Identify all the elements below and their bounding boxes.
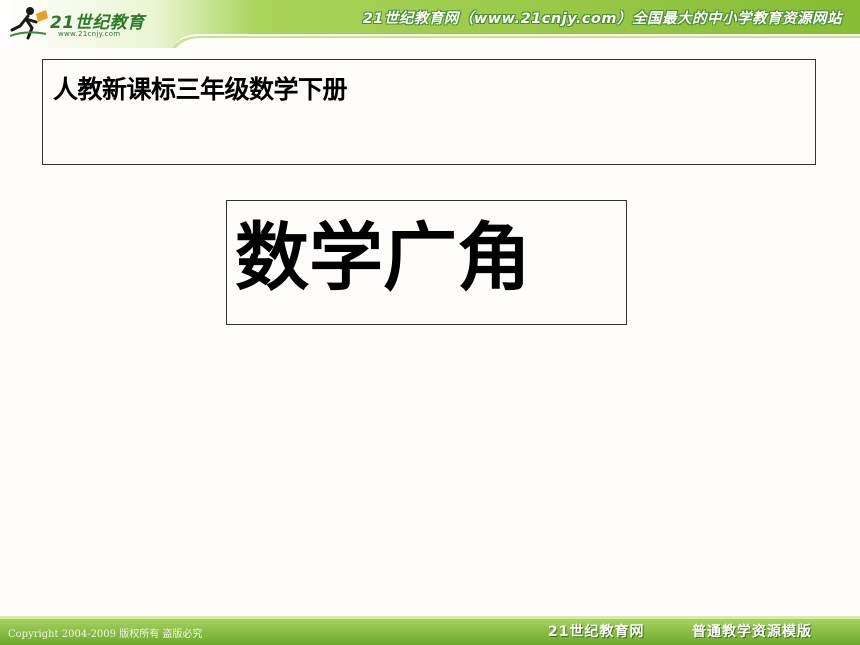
logo-url: www.21cnjy.com	[58, 30, 121, 38]
footer-banner: Copyright 2004-2009 版权所有 盗版必究 21世纪教育网 普通…	[0, 616, 860, 645]
running-person-book-icon	[9, 7, 48, 40]
title-textbox: 数学广角	[226, 200, 627, 325]
footer-brand[interactable]: 21世纪教育网	[548, 621, 644, 641]
copyright-notice: Copyright 2004-2009 版权所有 盗版必究	[8, 629, 203, 640]
site-logo[interactable]: 21世纪教育 www.21cnjy.com	[6, 4, 176, 42]
subtitle-textbox: 人教新课标三年级数学下册	[42, 59, 816, 165]
header-slogan: 21世纪教育网（www.21cnjy.com）全国最大的中小学教育资源网站	[362, 11, 842, 27]
slide-subtitle: 人教新课标三年级数学下册	[53, 75, 348, 104]
header-banner: 21世纪教育 www.21cnjy.com 21世纪教育网（www.21cnjy…	[0, 0, 860, 48]
footer-template-label: 普通教学资源模版	[692, 624, 812, 640]
slide-title: 数学广角	[235, 215, 531, 301]
